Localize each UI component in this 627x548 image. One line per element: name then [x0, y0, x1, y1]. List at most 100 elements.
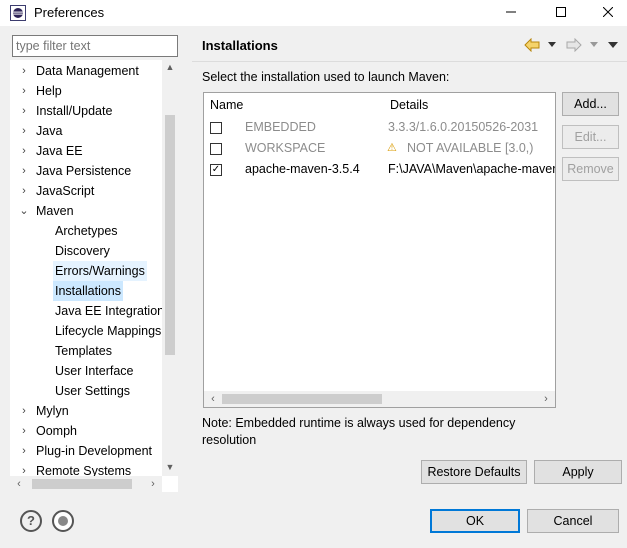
tree-item-label: Java Persistence: [36, 164, 132, 178]
tree-item-label: Lifecycle Mappings: [55, 324, 162, 338]
minimize-icon: [506, 11, 516, 13]
tree-item[interactable]: Archetypes: [10, 221, 178, 241]
tree-vertical-scrollbar[interactable]: ▲ ▼: [162, 60, 178, 476]
checkbox-unchecked[interactable]: [210, 143, 222, 155]
tree-item[interactable]: Discovery: [10, 241, 178, 261]
close-button[interactable]: [588, 0, 627, 26]
tree-item[interactable]: Errors/Warnings: [10, 261, 178, 281]
instruction-text: Select the installation used to launch M…: [202, 70, 450, 84]
installation-details: 3.3.3/1.6.0.20150526-2031: [388, 120, 539, 134]
back-menu-chevron-icon[interactable]: [548, 42, 556, 48]
window-title: Preferences: [34, 5, 105, 20]
tree-item[interactable]: User Settings: [10, 381, 178, 401]
collapsed-chevron-icon[interactable]: ›: [18, 181, 30, 201]
record-macro-icon[interactable]: [52, 510, 74, 532]
scroll-thumb[interactable]: [222, 394, 382, 404]
tree-item[interactable]: › Install/Update: [10, 101, 178, 121]
tree-item-label: User Interface: [55, 364, 134, 378]
page-navigation: [524, 37, 624, 53]
tree-item-label: Archetypes: [55, 224, 118, 238]
tree-item[interactable]: Templates: [10, 341, 178, 361]
column-header-details[interactable]: Details: [384, 93, 555, 117]
scroll-right-icon[interactable]: ›: [146, 476, 160, 492]
scroll-thumb[interactable]: [32, 479, 132, 489]
tree-item[interactable]: User Interface: [10, 361, 178, 381]
maximize-icon: [556, 7, 566, 17]
scroll-down-icon[interactable]: ▼: [162, 460, 178, 474]
collapsed-chevron-icon[interactable]: ›: [18, 421, 30, 441]
apply-button[interactable]: Apply: [534, 460, 622, 484]
collapsed-chevron-icon[interactable]: ›: [18, 61, 30, 81]
table-row[interactable]: EMBEDDED 3.3.3/1.6.0.20150526-2031: [204, 117, 555, 138]
installation-name: EMBEDDED: [245, 120, 316, 134]
tree-item[interactable]: › Java: [10, 121, 178, 141]
installations-table: Name Details EMBEDDED 3.3.3/1.6.0.2015052…: [203, 92, 556, 408]
tree-item[interactable]: Installations: [10, 281, 178, 301]
scroll-right-icon[interactable]: ›: [539, 391, 553, 407]
tree-item-label: Mylyn: [36, 404, 69, 418]
forward-menu-chevron-icon[interactable]: [590, 42, 598, 48]
tree-item-label: Help: [36, 84, 62, 98]
tree-item[interactable]: Lifecycle Mappings: [10, 321, 178, 341]
tree-item-label: Java: [36, 124, 63, 138]
tree-item[interactable]: Java EE Integration: [10, 301, 178, 321]
checkbox-checked[interactable]: ✓: [210, 164, 222, 176]
close-icon: [602, 6, 613, 18]
collapsed-chevron-icon[interactable]: ›: [18, 401, 30, 421]
table-row[interactable]: WORKSPACE ⚠ NOT AVAILABLE [3.0,): [204, 138, 555, 159]
restore-defaults-button[interactable]: Restore Defaults: [421, 460, 527, 484]
tree-item-label: Discovery: [55, 244, 110, 258]
maximize-button[interactable]: [538, 0, 584, 26]
minimize-button[interactable]: [488, 0, 534, 26]
title-bar: Preferences: [0, 0, 627, 26]
remove-button[interactable]: Remove: [562, 157, 619, 181]
tree-item-label: Install/Update: [36, 104, 113, 118]
tree-item[interactable]: › Plug-in Development: [10, 441, 178, 461]
forward-arrow-icon[interactable]: [566, 38, 582, 52]
collapsed-chevron-icon[interactable]: ›: [18, 81, 30, 101]
tree-item-label: User Settings: [55, 384, 131, 398]
collapsed-chevron-icon[interactable]: ›: [18, 101, 30, 121]
installation-name: WORKSPACE: [245, 141, 326, 155]
tree-item[interactable]: › Java Persistence: [10, 161, 178, 181]
filter-input[interactable]: [12, 35, 178, 57]
tree-item-label: JavaScript: [36, 184, 95, 198]
collapsed-chevron-icon[interactable]: ›: [18, 161, 30, 181]
installation-details: F:\JAVA\Maven\apache-maven-3.5.4: [388, 162, 555, 176]
collapsed-chevron-icon[interactable]: ›: [18, 121, 30, 141]
table-horizontal-scrollbar[interactable]: ‹ ›: [204, 391, 555, 407]
edit-button[interactable]: Edit...: [562, 125, 619, 149]
collapsed-chevron-icon[interactable]: ›: [18, 441, 30, 461]
tree-item[interactable]: ⌄ Maven: [10, 201, 178, 221]
embedded-runtime-note: Note: Embedded runtime is always used fo…: [202, 416, 516, 447]
collapsed-chevron-icon[interactable]: ›: [18, 141, 30, 161]
help-icon[interactable]: ?: [20, 510, 42, 532]
scroll-left-icon[interactable]: ‹: [206, 391, 220, 407]
scroll-up-icon[interactable]: ▲: [162, 60, 178, 74]
tree-item-label: Errors/Warnings: [53, 261, 147, 281]
header-separator: [192, 61, 627, 62]
tree-item[interactable]: › Data Management: [10, 61, 178, 81]
table-row[interactable]: ✓ apache-maven-3.5.4 F:\JAVA\Maven\apache-…: [204, 159, 555, 180]
ok-button[interactable]: OK: [430, 509, 520, 533]
tree-horizontal-scrollbar[interactable]: ‹ ›: [10, 476, 162, 492]
tree-item-label: Oomph: [36, 424, 77, 438]
scroll-left-icon[interactable]: ‹: [12, 476, 26, 492]
add-button[interactable]: Add...: [562, 92, 619, 116]
checkbox-unchecked[interactable]: [210, 122, 222, 134]
tree-item[interactable]: › Help: [10, 81, 178, 101]
tree-item[interactable]: › Oomph: [10, 421, 178, 441]
tree-item-label: Installations: [53, 281, 124, 301]
column-header-name[interactable]: Name: [204, 93, 384, 117]
scroll-thumb[interactable]: [165, 115, 175, 355]
installation-details: NOT AVAILABLE [3.0,): [407, 141, 534, 155]
installation-name: apache-maven-3.5.4: [245, 162, 360, 176]
tree-item[interactable]: › JavaScript: [10, 181, 178, 201]
expanded-chevron-icon[interactable]: ⌄: [18, 201, 30, 221]
back-arrow-icon[interactable]: [524, 38, 540, 52]
tree-item[interactable]: › Mylyn: [10, 401, 178, 421]
warning-icon: ⚠: [387, 142, 397, 154]
view-menu-icon[interactable]: [608, 41, 618, 49]
cancel-button[interactable]: Cancel: [527, 509, 619, 533]
tree-item[interactable]: › Java EE: [10, 141, 178, 161]
